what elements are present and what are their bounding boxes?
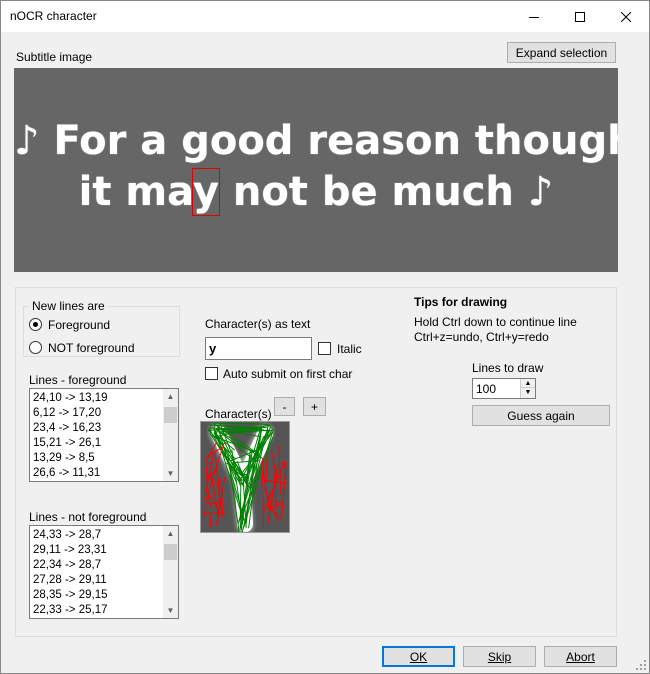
- skip-button[interactable]: Skip: [463, 646, 536, 667]
- zoom-in-button[interactable]: +: [303, 397, 326, 416]
- list-item[interactable]: 13,29 -> 8,5: [30, 451, 178, 466]
- zoom-in-label: +: [310, 399, 318, 414]
- abort-button[interactable]: Abort: [544, 646, 617, 667]
- list-item[interactable]: 23,4 -> 16,23: [30, 421, 178, 436]
- italic-checkbox[interactable]: [318, 342, 331, 355]
- lines-foreground-list[interactable]: 24,10 -> 13,19 6,12 -> 17,20 23,4 -> 16,23…: [29, 388, 179, 482]
- nocr-character-window: nOCR character Subtitle image Expand sel…: [0, 0, 650, 674]
- list-item[interactable]: 22,33 -> 25,17: [30, 603, 178, 618]
- list-item[interactable]: 24,33 -> 28,7: [30, 528, 178, 543]
- resize-grip-icon[interactable]: [635, 659, 647, 671]
- zoom-out-label: -: [282, 399, 287, 414]
- auto-submit-label[interactable]: Auto submit on first char: [223, 367, 352, 381]
- character-text-label: Character(s) as text: [205, 317, 311, 331]
- scroll-thumb[interactable]: [164, 407, 177, 423]
- foreground-radio[interactable]: [29, 318, 42, 331]
- skip-label: Skip: [487, 649, 512, 664]
- not-foreground-radio[interactable]: [29, 341, 42, 354]
- title-bar: nOCR character: [1, 1, 649, 32]
- ok-label: OK: [409, 649, 428, 664]
- tips-line-1: Hold Ctrl down to continue line: [414, 315, 577, 329]
- lines-not-foreground-list[interactable]: 24,33 -> 28,7 29,11 -> 23,31 22,34 -> 28,7…: [29, 525, 179, 619]
- subtitle-line-2-start: it ma: [78, 169, 193, 215]
- lines-to-draw-value: 100: [476, 382, 497, 396]
- scroll-down-icon[interactable]: ▼: [163, 466, 178, 481]
- scroll-up-icon[interactable]: ▲: [163, 526, 178, 541]
- zoom-out-button[interactable]: -: [274, 397, 295, 416]
- guess-again-button[interactable]: Guess again: [472, 405, 610, 426]
- lines-not-foreground-scrollbar[interactable]: ▲ ▼: [163, 526, 178, 618]
- character-drawing-canvas[interactable]: [200, 421, 290, 533]
- character-text-input[interactable]: y: [205, 337, 312, 360]
- new-lines-group-label: New lines are: [29, 299, 108, 313]
- selected-character-highlight: y: [191, 168, 220, 216]
- list-item[interactable]: 24,10 -> 13,19: [30, 391, 178, 406]
- scroll-down-icon[interactable]: ▼: [163, 603, 178, 618]
- expand-selection-label: Expand selection: [515, 45, 608, 60]
- scroll-thumb[interactable]: [164, 544, 177, 560]
- window-title: nOCR character: [10, 9, 97, 23]
- subtitle-line-2: it may not be much ♪: [14, 168, 618, 216]
- minimize-button[interactable]: [511, 1, 557, 32]
- lines-to-draw-label: Lines to draw: [472, 361, 544, 375]
- list-item[interactable]: 26,6 -> 11,31: [30, 466, 178, 481]
- spinner-down-icon[interactable]: ▼: [521, 388, 535, 397]
- maximize-icon: [575, 11, 585, 22]
- character-image-label: Character(s): [205, 407, 272, 421]
- auto-submit-checkbox[interactable]: [205, 367, 218, 380]
- lines-foreground-scrollbar[interactable]: ▲ ▼: [163, 389, 178, 481]
- scroll-up-icon[interactable]: ▲: [163, 389, 178, 404]
- list-item[interactable]: 15,21 -> 26,1: [30, 436, 178, 451]
- minimize-icon: [529, 16, 539, 18]
- list-item[interactable]: 29,11 -> 23,31: [30, 543, 178, 558]
- not-foreground-stroke: [205, 512, 225, 514]
- character-drawing: [201, 422, 289, 533]
- lines-to-draw-spinner[interactable]: 100 ▲ ▼: [472, 378, 536, 399]
- list-item[interactable]: 27,28 -> 29,11: [30, 573, 178, 588]
- list-item[interactable]: 6,12 -> 17,20: [30, 406, 178, 421]
- tips-title: Tips for drawing: [414, 295, 508, 309]
- lines-not-foreground-label: Lines - not foreground: [29, 510, 147, 524]
- ok-button[interactable]: OK: [382, 646, 455, 667]
- character-text-value: y: [209, 341, 217, 356]
- subtitle-image[interactable]: ♪ For a good reason though it may not be…: [14, 68, 618, 272]
- not-foreground-radio-label[interactable]: NOT foreground: [48, 341, 135, 355]
- subtitle-image-label: Subtitle image: [16, 50, 93, 64]
- maximize-button[interactable]: [557, 1, 603, 32]
- tips-line-2: Ctrl+z=undo, Ctrl+y=redo: [414, 330, 549, 344]
- lines-foreground-label: Lines - foreground: [29, 373, 127, 387]
- close-icon: [621, 11, 631, 22]
- subtitle-line-1: ♪ For a good reason though: [14, 118, 618, 164]
- guess-again-label: Guess again: [507, 408, 575, 423]
- expand-selection-button[interactable]: Expand selection: [507, 42, 616, 63]
- abort-label: Abort: [566, 649, 595, 664]
- list-item[interactable]: 22,34 -> 28,7: [30, 558, 178, 573]
- close-button[interactable]: [603, 1, 649, 32]
- subtitle-line-2-end: not be much ♪: [218, 169, 554, 215]
- list-item[interactable]: 28,35 -> 29,15: [30, 588, 178, 603]
- foreground-radio-label[interactable]: Foreground: [48, 318, 110, 332]
- italic-label[interactable]: Italic: [337, 342, 362, 356]
- spinner-up-icon[interactable]: ▲: [521, 379, 535, 388]
